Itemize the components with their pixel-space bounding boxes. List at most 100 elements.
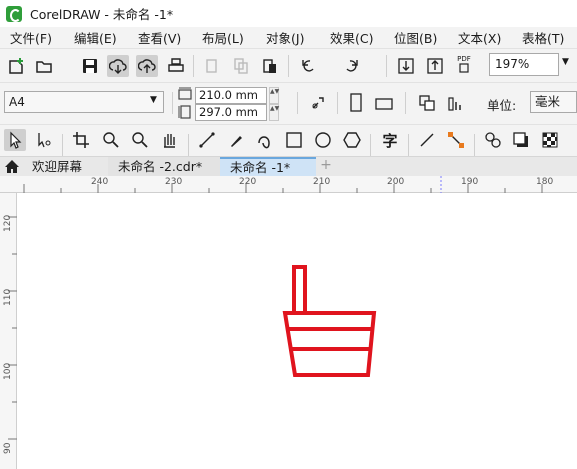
zoom-level-field[interactable]: 197%	[489, 53, 559, 76]
page-height-field[interactable]: 297.0 mm	[195, 104, 267, 121]
current-page-button[interactable]	[445, 92, 467, 114]
print-icon	[168, 58, 184, 72]
toolbar-separator	[337, 92, 338, 114]
cut-icon	[206, 59, 217, 73]
new-document-icon	[9, 58, 23, 74]
open-button[interactable]	[33, 55, 55, 77]
menu-effects[interactable]: 效果(C)	[320, 28, 384, 47]
menu-layout[interactable]: 布局(L)	[192, 28, 256, 47]
page-width-spinner[interactable]: ▲▼	[269, 87, 279, 104]
blend-tool-button[interactable]	[482, 129, 504, 151]
vertical-ruler[interactable]	[0, 193, 17, 469]
toolbar-separator	[408, 134, 409, 156]
portrait-icon	[350, 93, 362, 112]
document-tab-bar: 欢迎屏幕 未命名 -2.cdr* 未命名 -1*	[0, 156, 577, 177]
export-icon	[427, 58, 443, 74]
portrait-button[interactable]	[345, 92, 367, 114]
menu-edit[interactable]: 编辑(E)	[64, 28, 128, 47]
copy-icon	[234, 58, 248, 74]
smart-fill-button[interactable]	[254, 129, 276, 151]
undo-button[interactable]	[297, 55, 319, 77]
unit-select[interactable]: 毫米	[530, 91, 577, 113]
shape-tool-icon	[38, 133, 51, 148]
toolbar-separator	[172, 92, 173, 114]
new-tab-button[interactable]: +	[318, 158, 334, 174]
curve-icon	[258, 136, 270, 149]
pdf-icon	[459, 63, 469, 73]
tab-untitled-1[interactable]: 未命名 -1*	[220, 157, 316, 177]
basket-body[interactable]	[282, 311, 377, 377]
menu-view[interactable]: 查看(V)	[128, 28, 192, 47]
page-size-select[interactable]: A4	[4, 91, 164, 113]
publish-pdf-button[interactable]: PDF	[453, 53, 475, 75]
artistic-media-button[interactable]	[225, 129, 247, 151]
ruler-label: 210	[313, 177, 331, 187]
cloud-download-button[interactable]	[107, 55, 129, 77]
toolbar-separator	[474, 134, 475, 156]
cloud-upload-button[interactable]	[136, 55, 158, 77]
save-button[interactable]	[79, 55, 101, 77]
horizontal-ruler[interactable]	[0, 176, 577, 193]
crop-icon	[73, 132, 89, 148]
zoom-out-button[interactable]	[129, 129, 151, 151]
paste-button[interactable]	[259, 55, 281, 77]
page-height-icon	[178, 105, 191, 119]
magnifier-icon	[132, 132, 148, 148]
pointer-icon	[10, 131, 22, 149]
crop-tool-button[interactable]	[70, 129, 92, 151]
toolbar-separator	[288, 55, 289, 77]
menu-table[interactable]: 表格(T)	[512, 28, 576, 47]
zoom-tool-button[interactable]	[100, 129, 122, 151]
page-size-dropdown-icon[interactable]: ▼	[150, 95, 157, 105]
cloud-upload-icon	[138, 59, 156, 73]
paste-icon	[263, 59, 276, 73]
ruler-label: 190	[461, 177, 479, 187]
transparency-button[interactable]	[539, 129, 561, 151]
shape-tool-button[interactable]	[33, 129, 55, 151]
page-options-button[interactable]	[307, 92, 329, 114]
tab-untitled-2[interactable]: 未命名 -2.cdr*	[108, 157, 220, 177]
drop-shadow-button[interactable]	[510, 129, 532, 151]
page-width-field[interactable]: 210.0 mm	[195, 87, 267, 104]
vertical-ruler-ticks	[8, 216, 17, 440]
pan-tool-button[interactable]	[158, 129, 180, 151]
ruler-label: 240	[91, 177, 109, 187]
hand-icon	[164, 134, 175, 148]
export-button[interactable]	[424, 55, 446, 77]
parallel-dimension-icon	[420, 133, 434, 147]
toolbar-separator	[193, 55, 194, 77]
basket-drawing[interactable]	[280, 264, 380, 380]
pick-tool-button[interactable]	[4, 129, 26, 151]
basket-handle[interactable]	[292, 265, 307, 315]
connector-tool-button[interactable]	[445, 129, 467, 151]
zoom-dropdown-icon[interactable]: ▼	[562, 57, 569, 67]
landscape-button[interactable]	[373, 92, 395, 114]
toolbar-separator	[386, 55, 387, 77]
dimension-tool-button[interactable]	[416, 129, 438, 151]
redo-button[interactable]	[341, 55, 363, 77]
cut-button[interactable]	[201, 55, 223, 77]
home-icon[interactable]	[4, 159, 20, 173]
text-tool-button[interactable]: 字	[379, 129, 401, 151]
toolbar-separator	[370, 134, 371, 156]
pdf-label: PDF	[457, 55, 471, 63]
new-document-button[interactable]	[5, 55, 27, 77]
menu-bitmaps[interactable]: 位图(B)	[384, 28, 448, 47]
ruler-label: 200	[387, 177, 405, 187]
menu-file[interactable]: 文件(F)	[0, 28, 64, 47]
copy-button[interactable]	[230, 55, 252, 77]
page-height-spinner[interactable]: ▲▼	[269, 104, 279, 121]
freehand-tool-button[interactable]	[196, 129, 218, 151]
open-folder-icon	[36, 61, 52, 73]
import-button[interactable]	[395, 55, 417, 77]
rectangle-tool-button[interactable]	[283, 129, 305, 151]
all-pages-button[interactable]	[416, 92, 438, 114]
drop-shadow-icon	[513, 132, 528, 147]
polygon-icon	[343, 132, 361, 148]
menu-object[interactable]: 对象(J)	[256, 28, 320, 47]
ellipse-tool-button[interactable]	[312, 129, 334, 151]
polygon-tool-button[interactable]	[341, 129, 363, 151]
print-button[interactable]	[165, 55, 187, 77]
menu-text[interactable]: 文本(X)	[448, 28, 512, 47]
ruler-label: 110	[3, 288, 13, 306]
